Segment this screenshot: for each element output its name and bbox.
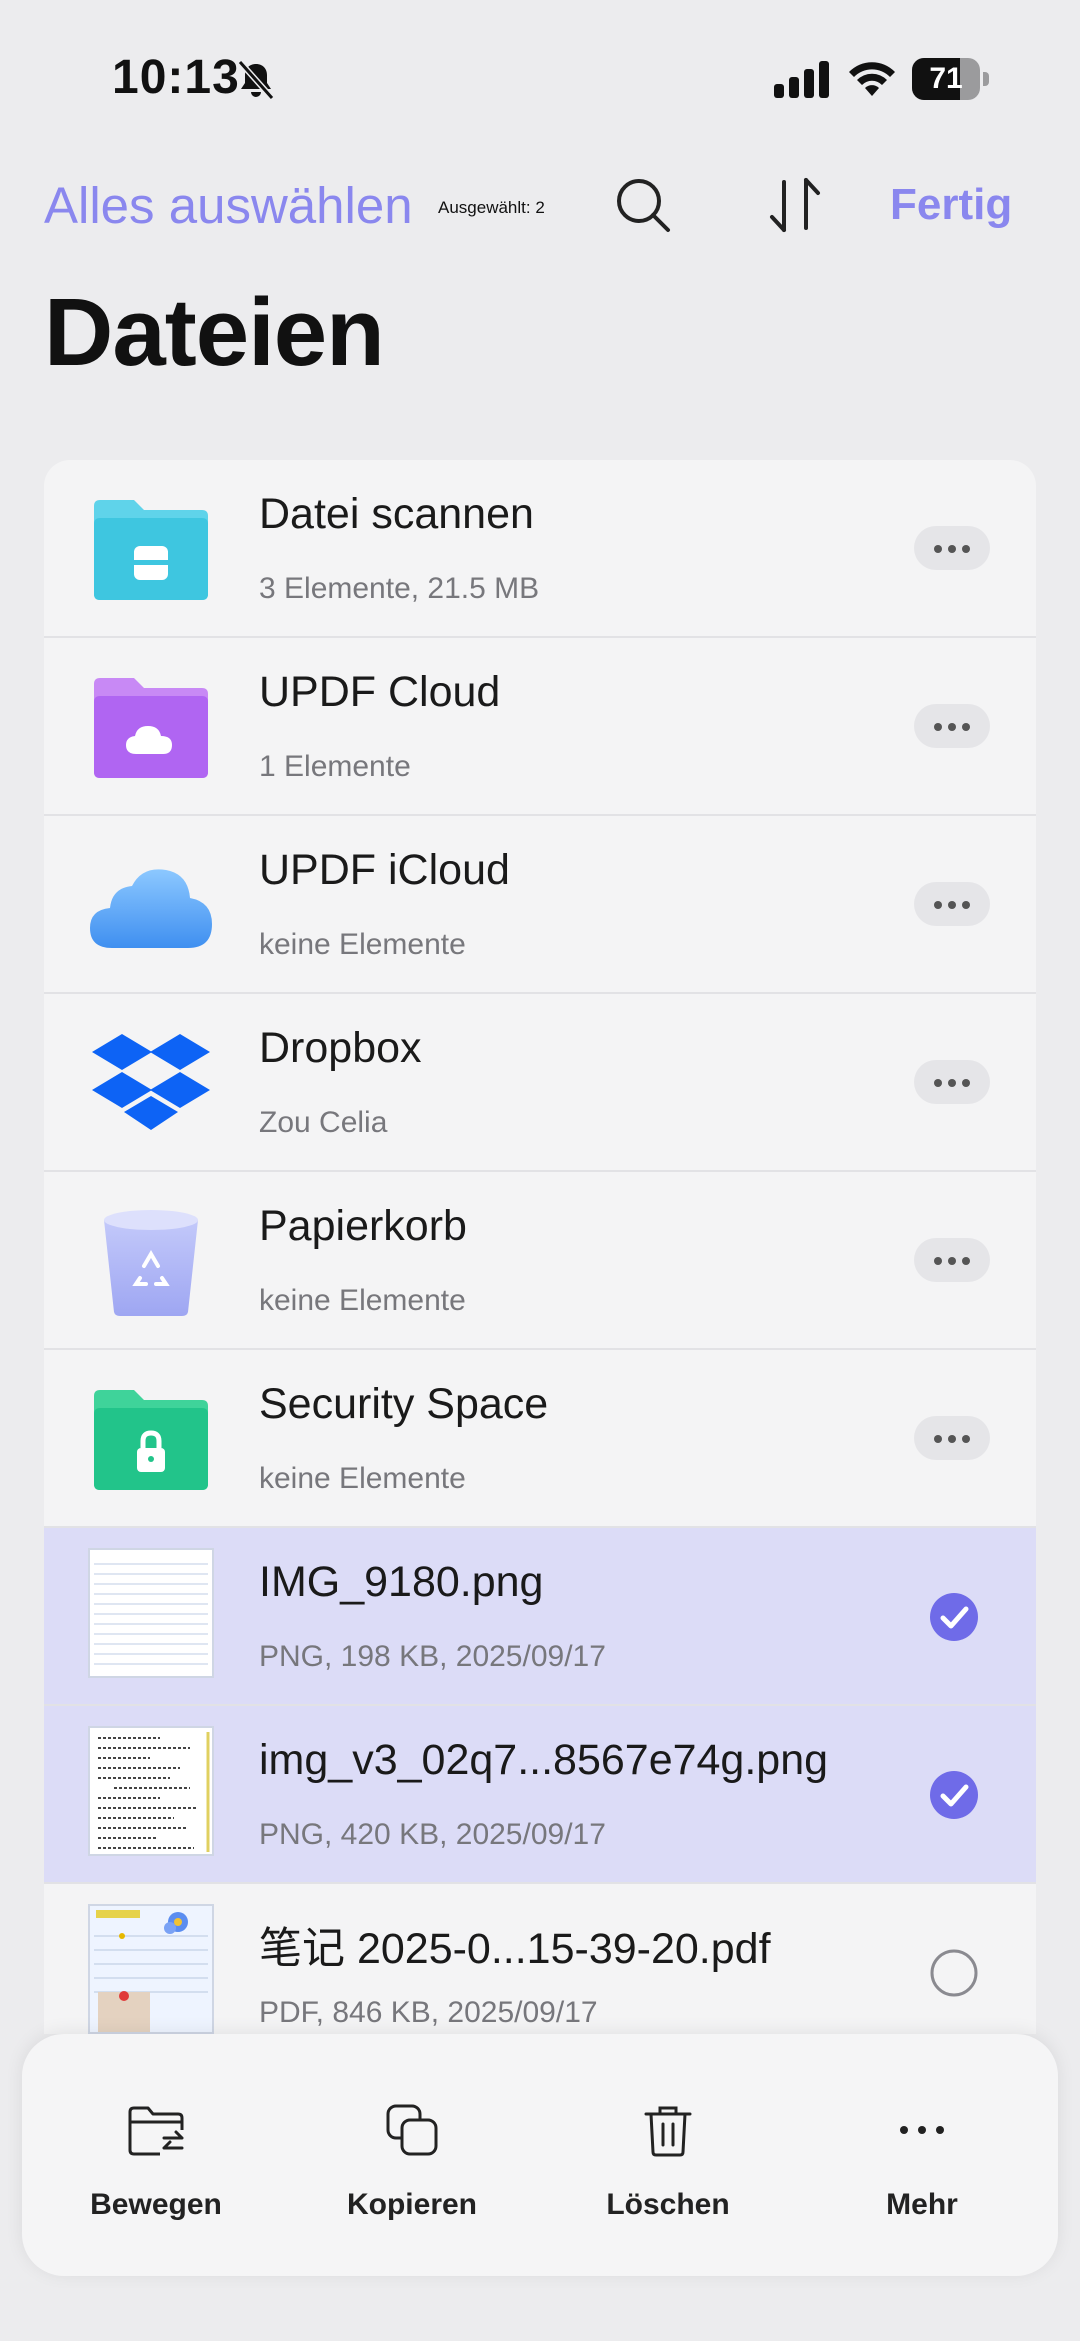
list-item[interactable]: UPDF Cloud 1 Elemente <box>44 638 1036 816</box>
list-item[interactable]: Security Space keine Elemente <box>44 1350 1036 1528</box>
item-subtitle: 3 Elemente, 21.5 MB <box>259 572 540 605</box>
checkmark-selected-icon[interactable] <box>929 1770 979 1820</box>
list-item[interactable]: Papierkorb keine Elemente <box>44 1172 1036 1350</box>
checkmark-selected-icon[interactable] <box>929 1592 979 1642</box>
scan-folder-icon <box>94 500 208 600</box>
item-more-button[interactable] <box>914 526 990 570</box>
list-item[interactable]: 笔记 2025-0...15-39-20.pdf PDF, 846 KB, 20… <box>44 1884 1036 2034</box>
item-title: IMG_9180.png <box>259 1558 544 1606</box>
item-more-button[interactable] <box>914 882 990 926</box>
item-more-button[interactable] <box>914 1416 990 1460</box>
more-label: Mehr <box>886 2188 958 2221</box>
list-item[interactable]: UPDF iCloud keine Elemente <box>44 816 1036 994</box>
status-time: 10:13 <box>112 51 240 104</box>
icloud-icon <box>90 869 212 948</box>
delete-button[interactable]: Löschen <box>568 2034 768 2276</box>
file-list: Datei scannen 3 Elemente, 21.5 MB UPDF C… <box>44 460 1036 2034</box>
ellipsis-icon <box>900 2126 944 2134</box>
done-button[interactable]: Fertig <box>890 180 1012 230</box>
list-item[interactable]: Dropbox Zou Celia <box>44 994 1036 1172</box>
item-subtitle: keine Elemente <box>259 1462 466 1495</box>
bell-muted-icon <box>237 60 275 100</box>
wifi-icon <box>849 62 895 96</box>
more-button[interactable]: Mehr <box>822 2034 1022 2276</box>
item-title: img_v3_02q7...8567e74g.png <box>259 1736 829 1784</box>
item-title: Dropbox <box>259 1024 422 1072</box>
select-all-button[interactable]: Alles auswählen <box>44 176 413 235</box>
trash-bin-icon <box>104 1210 198 1316</box>
bottom-toolbar: Bewegen Kopieren Löschen Mehr <box>22 2034 1058 2276</box>
cellular-signal-icon <box>774 61 829 98</box>
item-title: Papierkorb <box>259 1202 467 1250</box>
sort-icon[interactable] <box>768 174 822 236</box>
move-folder-icon <box>128 2106 184 2156</box>
move-button[interactable]: Bewegen <box>56 2034 256 2276</box>
battery-percent: 71 <box>929 62 963 95</box>
list-item[interactable]: IMG_9180.png PNG, 198 KB, 2025/09/17 <box>44 1528 1036 1706</box>
file-thumbnail <box>88 1548 214 1678</box>
item-title: 笔记 2025-0...15-39-20.pdf <box>259 1925 771 1973</box>
move-label: Bewegen <box>90 2188 222 2221</box>
item-subtitle: PDF, 846 KB, 2025/09/17 <box>259 1996 598 2029</box>
file-thumbnail <box>88 1726 214 1856</box>
item-title: Security Space <box>259 1380 549 1428</box>
cloud-folder-icon <box>94 678 208 778</box>
selected-count-label: Ausgewählt: 2 <box>438 198 545 217</box>
trash-icon <box>644 2106 692 2157</box>
status-bar: 10:13 71 <box>0 0 1080 150</box>
item-more-button[interactable] <box>914 1060 990 1104</box>
copy-label: Kopieren <box>346 2188 478 2221</box>
item-subtitle: PNG, 198 KB, 2025/09/17 <box>259 1640 606 1673</box>
search-icon[interactable] <box>614 176 674 236</box>
copy-icon <box>386 2104 438 2156</box>
item-subtitle: keine Elemente <box>259 928 466 961</box>
copy-button[interactable]: Kopieren <box>312 2034 512 2276</box>
page-title: Dateien <box>44 279 385 386</box>
delete-label: Löschen <box>606 2188 730 2221</box>
item-subtitle: 1 Elemente <box>259 750 411 783</box>
lock-folder-icon <box>94 1390 208 1490</box>
item-title: UPDF iCloud <box>259 846 510 894</box>
list-item[interactable]: img_v3_02q7...8567e74g.png PNG, 420 KB, … <box>44 1706 1036 1884</box>
battery-indicator: 71 <box>912 58 990 100</box>
item-subtitle: Zou Celia <box>259 1106 388 1139</box>
item-more-button[interactable] <box>914 1238 990 1282</box>
item-subtitle: keine Elemente <box>259 1284 466 1317</box>
item-title: Datei scannen <box>259 490 534 538</box>
dropbox-icon <box>92 1034 210 1130</box>
item-subtitle: PNG, 420 KB, 2025/09/17 <box>259 1818 606 1851</box>
checkbox-unselected-icon[interactable] <box>929 1948 979 1998</box>
item-title: UPDF Cloud <box>259 668 501 716</box>
file-thumbnail <box>88 1904 214 2034</box>
list-item[interactable]: Datei scannen 3 Elemente, 21.5 MB <box>44 460 1036 638</box>
item-more-button[interactable] <box>914 704 990 748</box>
